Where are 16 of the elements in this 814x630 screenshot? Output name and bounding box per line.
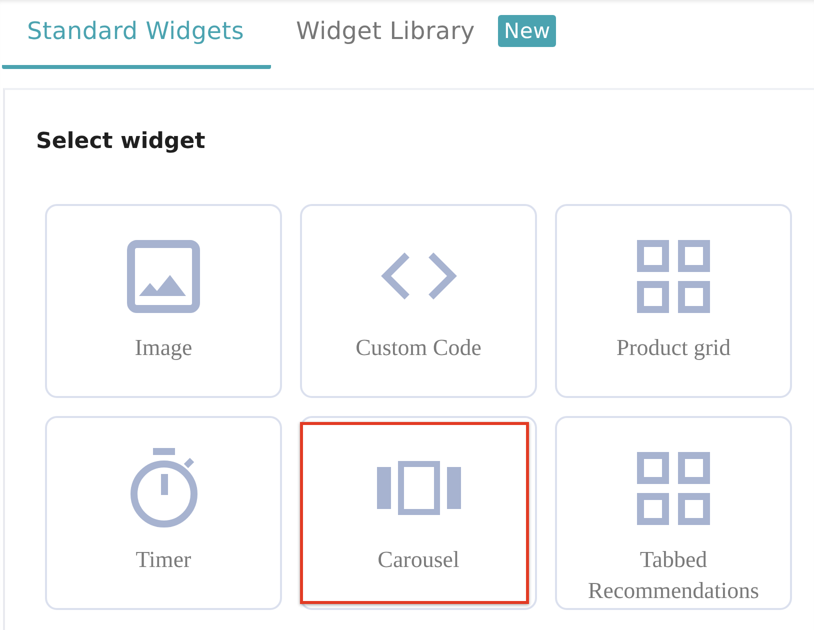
widget-card[interactable]: Timer <box>45 416 282 610</box>
widget-card[interactable]: Image <box>45 204 282 398</box>
tab[interactable]: Widget Library New <box>271 0 584 69</box>
grid-icon <box>637 240 710 312</box>
widget-card[interactable]: Tabbed Recommendations <box>555 416 792 610</box>
carousel-icon <box>376 461 460 515</box>
new-badge: New <box>498 14 556 46</box>
stopwatch-icon <box>128 448 198 528</box>
widget-card[interactable]: Carousel <box>300 416 537 610</box>
code-icon <box>378 252 458 300</box>
widget-card[interactable]: Product grid <box>555 204 792 398</box>
image-icon <box>127 240 200 312</box>
tab[interactable]: Standard Widgets <box>2 0 272 69</box>
panel-title: Select widget <box>36 128 206 156</box>
widget-card[interactable]: Custom Code <box>300 204 537 398</box>
grid-icon <box>637 452 710 524</box>
